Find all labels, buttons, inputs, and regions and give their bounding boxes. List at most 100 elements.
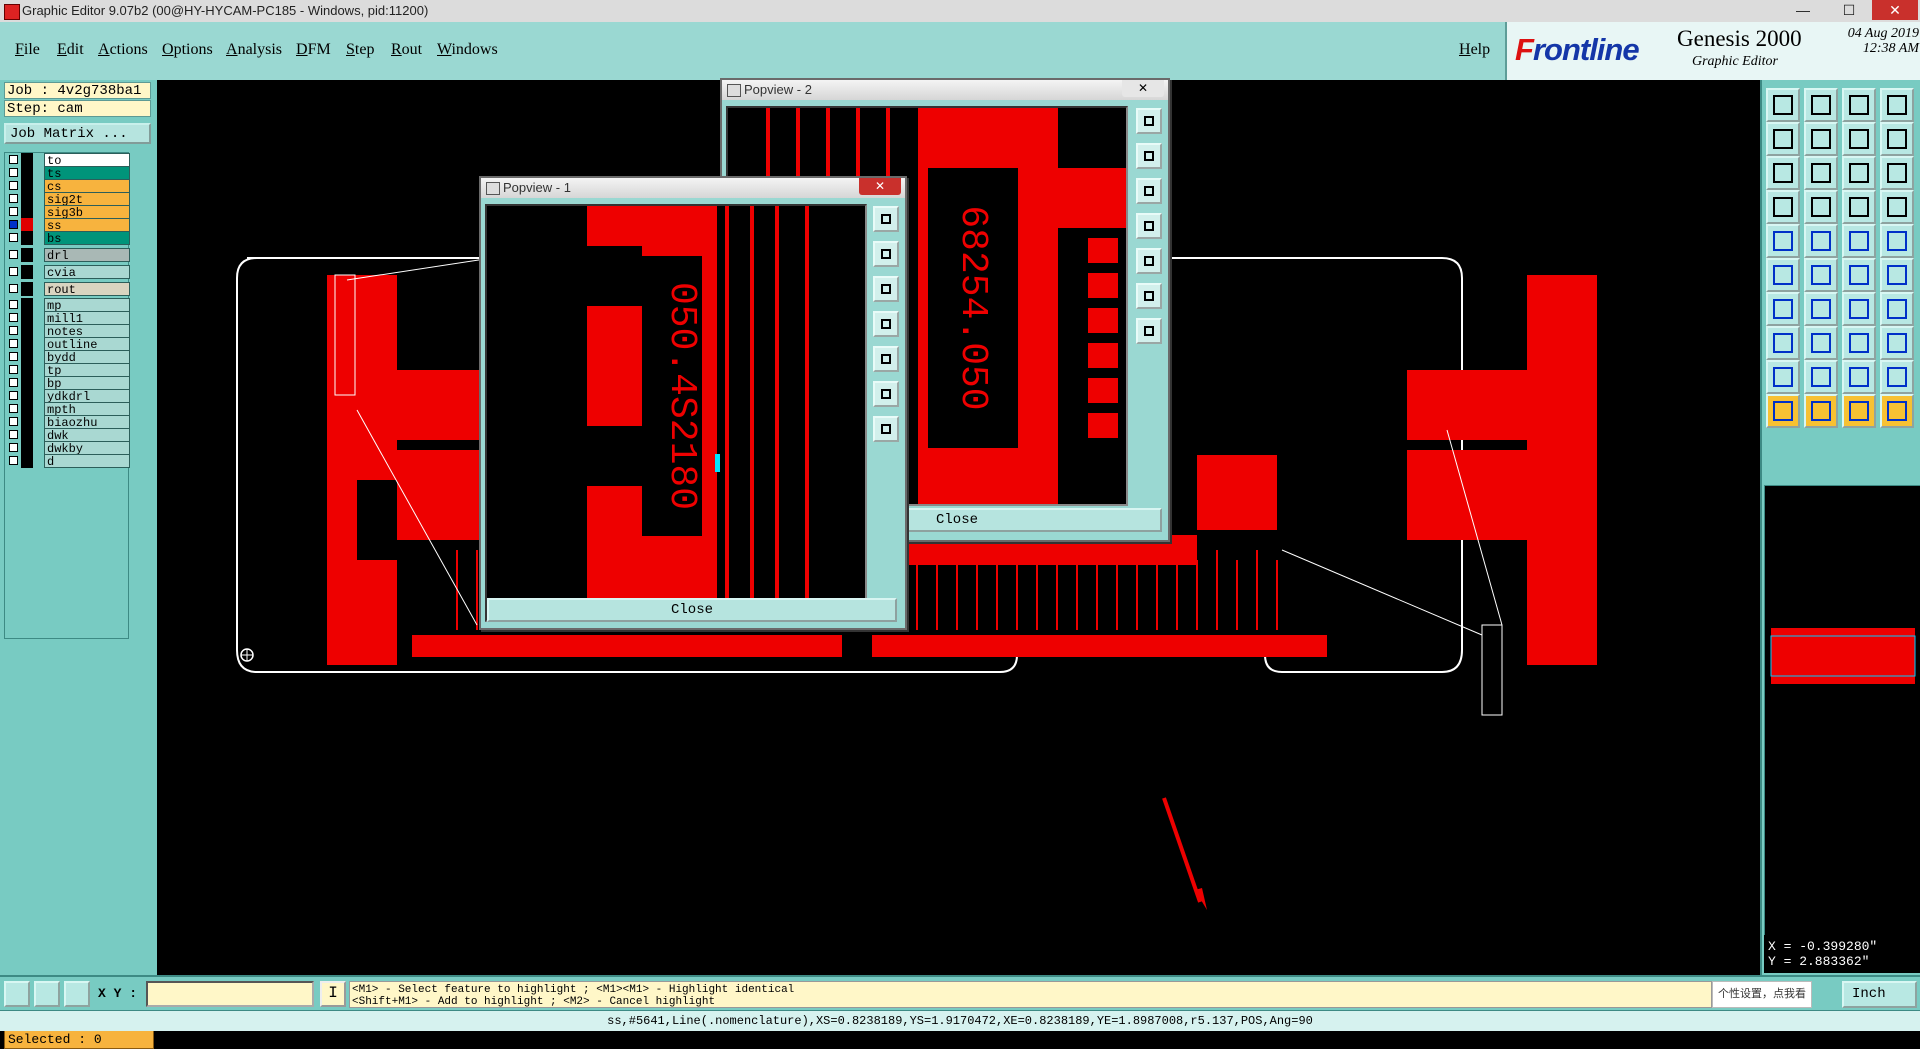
pan-right-icon[interactable] [1136,248,1162,274]
pan-right-icon[interactable] [873,346,899,372]
snap-icon[interactable] [1766,190,1800,224]
layer-checkbox[interactable] [9,284,18,293]
connect-icon[interactable] [1766,258,1800,292]
slash-icon[interactable] [1804,292,1838,326]
layer-checkbox[interactable] [9,168,18,177]
layer-name[interactable]: tp [44,363,130,378]
layer-checkbox[interactable] [9,339,18,348]
layer-row[interactable]: bydd [7,350,130,365]
filter-icon[interactable] [1880,190,1914,224]
layer-checkbox[interactable] [9,233,18,242]
layer-row[interactable]: ydkdrl [7,389,130,404]
menu-edit[interactable]: Edit [57,41,84,59]
layer-checkbox[interactable] [9,365,18,374]
select-area-icon[interactable] [1804,224,1838,258]
pan-left-icon[interactable] [873,311,899,337]
layer-row[interactable]: mpth [7,402,130,417]
net-icon[interactable] [1880,326,1914,360]
layer-checkbox[interactable] [9,391,18,400]
ime-hint[interactable]: 个性设置，点我看看 [1712,981,1812,1025]
layer-checkbox[interactable] [9,352,18,361]
zoom-fit-icon[interactable] [1136,108,1162,134]
layer-name[interactable]: bp [44,376,130,391]
polygon-icon[interactable] [1880,360,1914,394]
layer-name[interactable]: ts [44,166,130,181]
scale-icon[interactable] [1880,156,1914,190]
triangle2-icon[interactable] [1804,360,1838,394]
zoom-area-icon[interactable] [873,381,899,407]
cut-icon[interactable] [1804,258,1838,292]
triangle-icon[interactable] [1766,360,1800,394]
units-button[interactable]: Inch [1842,981,1917,1008]
layer-name[interactable]: sig3b [44,205,130,220]
menu-actions[interactable]: Actions [98,41,148,59]
layer-name[interactable]: mpth [44,402,130,417]
minus-icon[interactable] [1804,326,1838,360]
job-matrix-button[interactable]: Job Matrix ... [4,123,151,144]
layer-checkbox[interactable] [9,250,18,259]
popview-1-close-button[interactable]: Close [487,598,897,622]
layer-name[interactable]: bs [44,231,130,246]
layer-row[interactable]: tp [7,363,130,378]
undo-icon[interactable] [1880,88,1914,122]
layer-checkbox[interactable] [9,220,18,229]
layer-checkbox[interactable] [9,313,18,322]
grid-icon[interactable] [1804,190,1838,224]
layer-checkbox[interactable] [9,300,18,309]
layer-name[interactable]: cvia [44,265,130,280]
rotate-icon[interactable] [1880,122,1914,156]
merge-icon[interactable] [1880,258,1914,292]
pan-left-icon[interactable] [1136,213,1162,239]
line-icon[interactable] [1766,292,1800,326]
layer-row[interactable]: mp [7,298,130,313]
pointer2-icon[interactable] [1804,394,1838,428]
layer-row[interactable]: drl [7,248,130,263]
round-pad-icon[interactable] [1880,224,1914,258]
popview-2-close-icon[interactable]: ✕ [1122,80,1164,97]
layer-name[interactable]: biaozhu [44,415,130,430]
layer-name[interactable]: drl [44,248,130,263]
layer-name[interactable]: ss [44,218,130,233]
menu-rout[interactable]: Rout [391,41,422,59]
menu-help[interactable]: Help [1459,41,1490,59]
layer-checkbox[interactable] [9,456,18,465]
layer-row[interactable]: to [7,153,130,168]
layer-row[interactable]: sig3b [7,205,130,220]
zoom-out-icon[interactable] [873,276,899,302]
move-icon[interactable] [1766,122,1800,156]
popview-1-view[interactable]: 050.4S2180 [485,204,867,622]
pointer4-icon[interactable] [1880,394,1914,428]
break-icon[interactable] [1842,258,1876,292]
copy-icon[interactable] [1804,122,1838,156]
layer-checkbox[interactable] [9,430,18,439]
pointer-icon[interactable] [1766,394,1800,428]
layer-checkbox[interactable] [9,194,18,203]
pointer3-icon[interactable] [1842,394,1876,428]
layer-name[interactable]: dwkby [44,441,130,456]
zoom-out-icon[interactable] [1136,178,1162,204]
layer-name[interactable]: rout [44,282,130,297]
layer-row[interactable]: rout [7,282,130,297]
zoom-in-icon[interactable] [1136,143,1162,169]
ruler-icon[interactable] [1842,224,1876,258]
layer-row[interactable]: ss [7,218,130,233]
popview-1-close-icon[interactable]: ✕ [859,178,901,195]
minimap[interactable] [1764,485,1920,967]
grid-icon[interactable] [64,981,90,1007]
layer-name[interactable]: outline [44,337,130,352]
zoom-home-icon[interactable] [1804,156,1838,190]
snap-icon[interactable] [4,981,30,1007]
layer-row[interactable]: dwk [7,428,130,443]
layer-row[interactable]: bs [7,231,130,246]
arc-icon[interactable] [1842,292,1876,326]
measure-icon[interactable] [34,981,60,1007]
layer-row[interactable]: dwkby [7,441,130,456]
layer-icon[interactable] [1842,190,1876,224]
layer-name[interactable]: mp [44,298,130,313]
menu-step[interactable]: Step [346,41,374,59]
layer-checkbox[interactable] [9,207,18,216]
scale-1-2-icon[interactable] [1842,156,1876,190]
layer-checkbox[interactable] [9,404,18,413]
menu-file[interactable]: File [15,41,40,59]
layer-name[interactable]: dwk [44,428,130,443]
